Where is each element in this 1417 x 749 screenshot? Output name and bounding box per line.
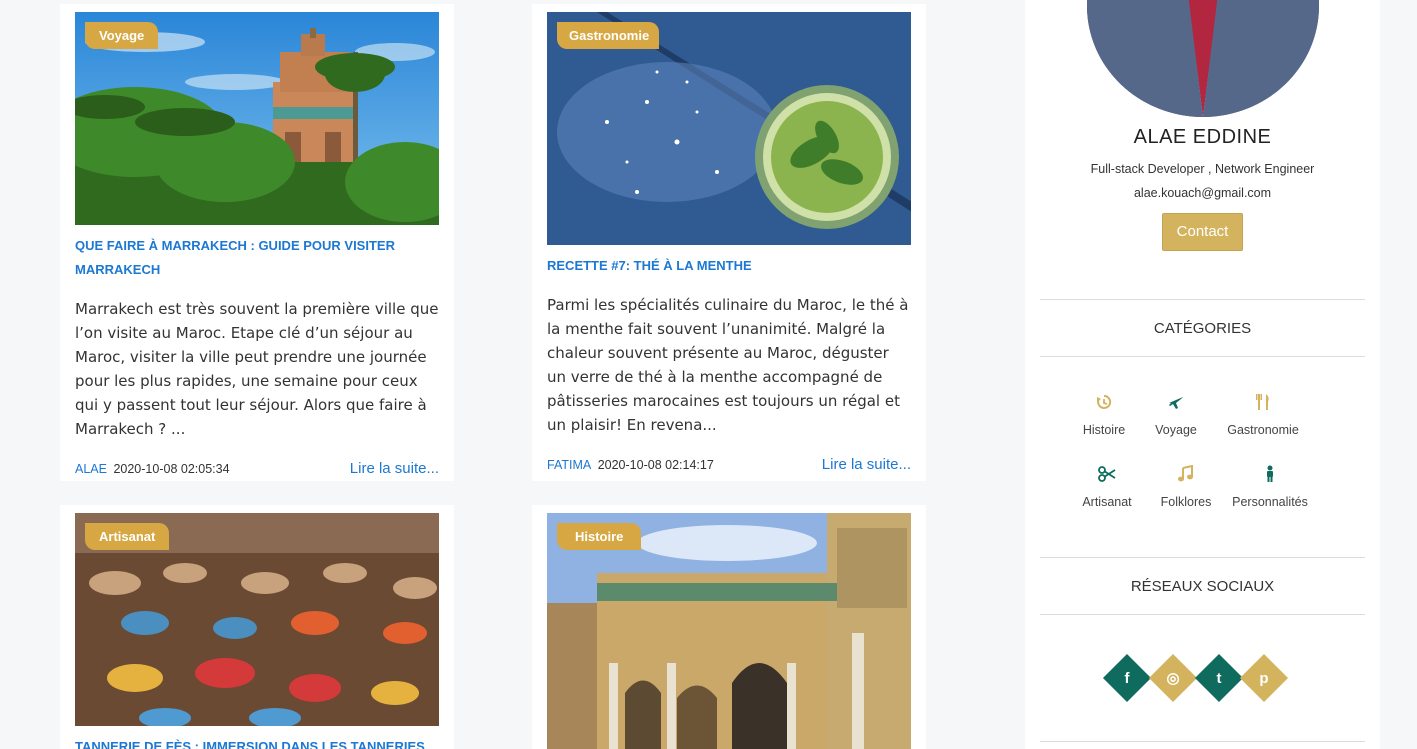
- post-meta: ALAE 2020-10-08 02:05:34: [75, 462, 230, 476]
- profile-avatar: [1087, 0, 1319, 117]
- read-more-link[interactable]: Lire la suite...: [350, 460, 439, 477]
- post-card: Voyage QUE FAIRE À MARRAKECH : GUIDE POU…: [60, 4, 454, 481]
- category-label: Histoire: [1082, 423, 1126, 437]
- post-author[interactable]: FATIMA: [547, 458, 591, 472]
- category-item-gastronomie[interactable]: Gastronomie: [1218, 393, 1308, 438]
- instagram-icon: ◎: [1166, 670, 1180, 687]
- post-image-tannery[interactable]: Artisanat: [75, 513, 439, 726]
- post-meta: FATIMA 2020-10-08 02:14:17: [547, 458, 714, 472]
- pinterest-icon: p: [1259, 669, 1269, 687]
- post-card: Gastronomie RECETTE #7: THÉ À LA MENTHE …: [532, 4, 926, 481]
- utensils-icon: [1256, 394, 1269, 410]
- post-image-tea[interactable]: Gastronomie: [547, 12, 911, 245]
- category-label: Voyage: [1155, 423, 1197, 437]
- social-title: RÉSEAUX SOCIAUX: [1130, 578, 1275, 595]
- contact-button[interactable]: Contact: [1162, 213, 1243, 251]
- profile-email[interactable]: alae.kouach@gmail.com: [1025, 186, 1380, 200]
- divider: [1040, 614, 1365, 615]
- post-card: Artisanat TANNERIE DE FÈS : IMMERSION DA…: [60, 505, 454, 749]
- facebook-icon: f: [1124, 669, 1130, 687]
- post-image-marrakech[interactable]: Voyage: [75, 12, 439, 225]
- person-icon: [1267, 465, 1273, 482]
- category-item-voyage[interactable]: Voyage: [1131, 393, 1221, 438]
- post-title[interactable]: TANNERIE DE FÈS : IMMERSION DANS LES TAN…: [75, 735, 439, 749]
- page: Voyage QUE FAIRE À MARRAKECH : GUIDE POU…: [0, 0, 1417, 749]
- instagram-link[interactable]: ◎: [1148, 653, 1198, 703]
- post-date: 2020-10-08 02:05:34: [113, 462, 230, 476]
- profile-role: Full-stack Developer , Network Engineer: [1090, 162, 1315, 176]
- categories-title: CATÉGORIES: [1153, 320, 1252, 337]
- history-icon: [1097, 394, 1112, 409]
- category-label: Artisanat: [1082, 495, 1132, 509]
- plane-icon: [1169, 397, 1183, 409]
- post-title[interactable]: QUE FAIRE À MARRAKECH : GUIDE POUR VISIT…: [75, 234, 439, 282]
- post-excerpt: Marrakech est très souvent la première v…: [75, 300, 439, 438]
- divider: [1040, 299, 1365, 300]
- post-image-meknes[interactable]: Histoire: [547, 513, 911, 749]
- pinterest-link[interactable]: p: [1239, 653, 1289, 703]
- divider: [1040, 557, 1365, 558]
- twitter-icon: t: [1216, 669, 1222, 687]
- category-tag[interactable]: Artisanat: [85, 523, 170, 550]
- category-tag[interactable]: Gastronomie: [557, 22, 660, 49]
- post-card: Histoire: [532, 505, 926, 749]
- category-label: Folklores: [1160, 495, 1212, 509]
- category-label: Personnalités: [1232, 495, 1308, 509]
- divider: [1040, 356, 1365, 357]
- post-title[interactable]: RECETTE #7: THÉ À LA MENTHE: [547, 254, 911, 278]
- avatar-photo: [1087, 0, 1319, 117]
- divider: [1040, 741, 1365, 742]
- read-more-link[interactable]: Lire la suite...: [822, 456, 911, 473]
- category-label: Gastronomie: [1227, 423, 1299, 437]
- category-item-artisanat[interactable]: Artisanat: [1062, 465, 1152, 510]
- category-tag[interactable]: Histoire: [557, 523, 642, 550]
- category-item-personnalites[interactable]: Personnalités: [1225, 465, 1315, 510]
- post-excerpt: Parmi les spécialités culinaire du Maroc…: [547, 296, 909, 434]
- category-item-folklores[interactable]: Folklores: [1141, 465, 1231, 510]
- profile-name: ALAE EDDINE: [1133, 126, 1272, 148]
- scissors-icon: [1098, 466, 1116, 482]
- category-tag[interactable]: Voyage: [85, 22, 159, 49]
- twitter-link[interactable]: t: [1194, 653, 1244, 703]
- music-icon: [1178, 465, 1193, 482]
- sidebar: ALAE EDDINE Full-stack Developer , Netwo…: [1025, 0, 1380, 749]
- facebook-link[interactable]: f: [1102, 653, 1152, 703]
- post-date: 2020-10-08 02:14:17: [597, 458, 714, 472]
- post-author[interactable]: ALAE: [75, 462, 107, 476]
